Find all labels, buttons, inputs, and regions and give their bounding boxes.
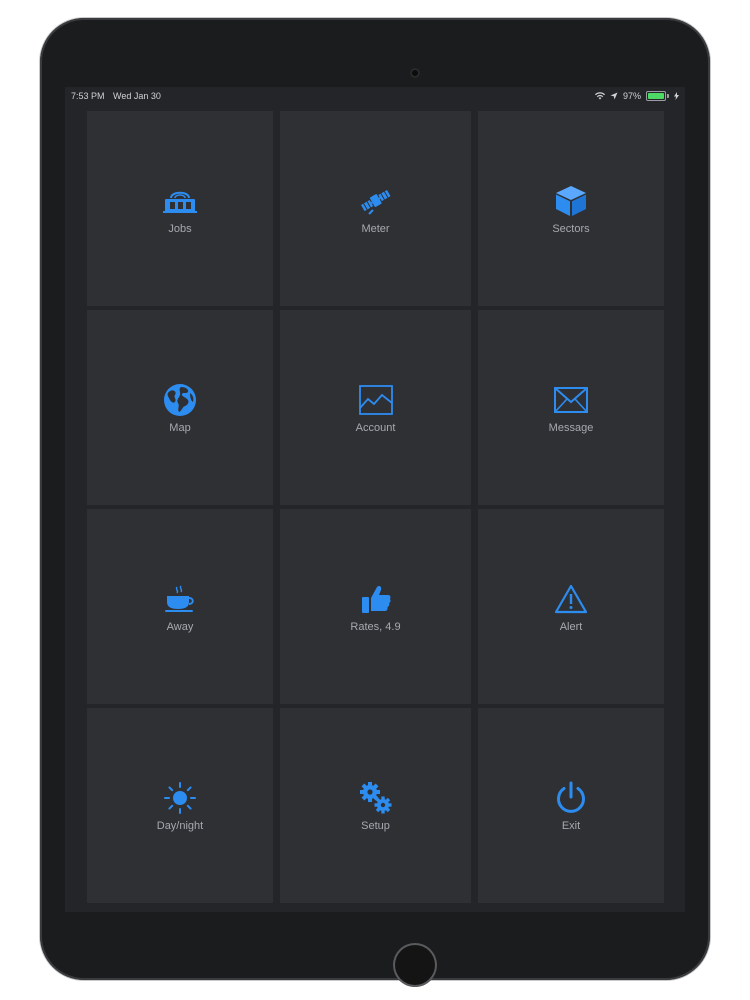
home-button[interactable] bbox=[393, 943, 437, 987]
envelope-icon bbox=[553, 382, 589, 418]
tile-jobs[interactable]: Jobs bbox=[87, 111, 273, 306]
tile-meter[interactable]: Meter bbox=[280, 111, 471, 306]
tile-label: Alert bbox=[559, 620, 583, 633]
sun-icon bbox=[162, 780, 198, 816]
chart-icon bbox=[358, 382, 394, 418]
screen: 7:53 PM Wed Jan 30 97% Jobs Meter Sector… bbox=[65, 87, 685, 912]
battery-percent: 97% bbox=[622, 91, 641, 101]
tile-message[interactable]: Message bbox=[478, 310, 664, 505]
location-icon bbox=[610, 92, 618, 100]
warning-icon bbox=[553, 581, 589, 617]
tile-away[interactable]: Away bbox=[87, 509, 273, 704]
tile-label: Message bbox=[548, 421, 594, 434]
tile-label: Sectors bbox=[552, 222, 590, 235]
tile-day-night[interactable]: Day/night bbox=[87, 708, 273, 903]
coffee-cup-icon bbox=[162, 581, 198, 617]
menu-grid: Jobs Meter Sectors Map Account Message A… bbox=[87, 111, 664, 903]
camera bbox=[410, 68, 420, 78]
tile-label: Jobs bbox=[168, 222, 192, 235]
power-icon bbox=[553, 780, 589, 816]
jobs-icon bbox=[162, 183, 198, 219]
tile-label: Account bbox=[355, 421, 396, 434]
charging-icon bbox=[674, 92, 679, 100]
tile-sectors[interactable]: Sectors bbox=[478, 111, 664, 306]
tile-label: Exit bbox=[561, 819, 581, 832]
gears-icon bbox=[358, 780, 394, 816]
cube-icon bbox=[553, 183, 589, 219]
tile-label: Map bbox=[169, 421, 191, 434]
tile-label: Day/night bbox=[156, 819, 204, 832]
status-bar: 7:53 PM Wed Jan 30 97% bbox=[65, 87, 685, 105]
tile-exit[interactable]: Exit bbox=[478, 708, 664, 903]
tile-rates[interactable]: Rates, 4.9 bbox=[280, 509, 471, 704]
tile-setup[interactable]: Setup bbox=[280, 708, 471, 903]
globe-icon bbox=[162, 382, 198, 418]
wifi-icon bbox=[594, 92, 605, 100]
tile-label: Away bbox=[166, 620, 194, 633]
tile-label: Rates, 4.9 bbox=[350, 620, 401, 633]
status-time: 7:53 PM bbox=[71, 91, 105, 101]
tile-map[interactable]: Map bbox=[87, 310, 273, 505]
battery-icon bbox=[646, 91, 666, 101]
tile-label: Meter bbox=[361, 222, 390, 235]
battery-tip bbox=[667, 94, 669, 98]
tile-alert[interactable]: Alert bbox=[478, 509, 664, 704]
tile-label: Setup bbox=[361, 819, 390, 832]
satellite-icon bbox=[358, 183, 394, 219]
status-date: Wed Jan 30 bbox=[113, 91, 161, 101]
tile-account[interactable]: Account bbox=[280, 310, 471, 505]
thumbs-up-icon bbox=[358, 581, 394, 617]
